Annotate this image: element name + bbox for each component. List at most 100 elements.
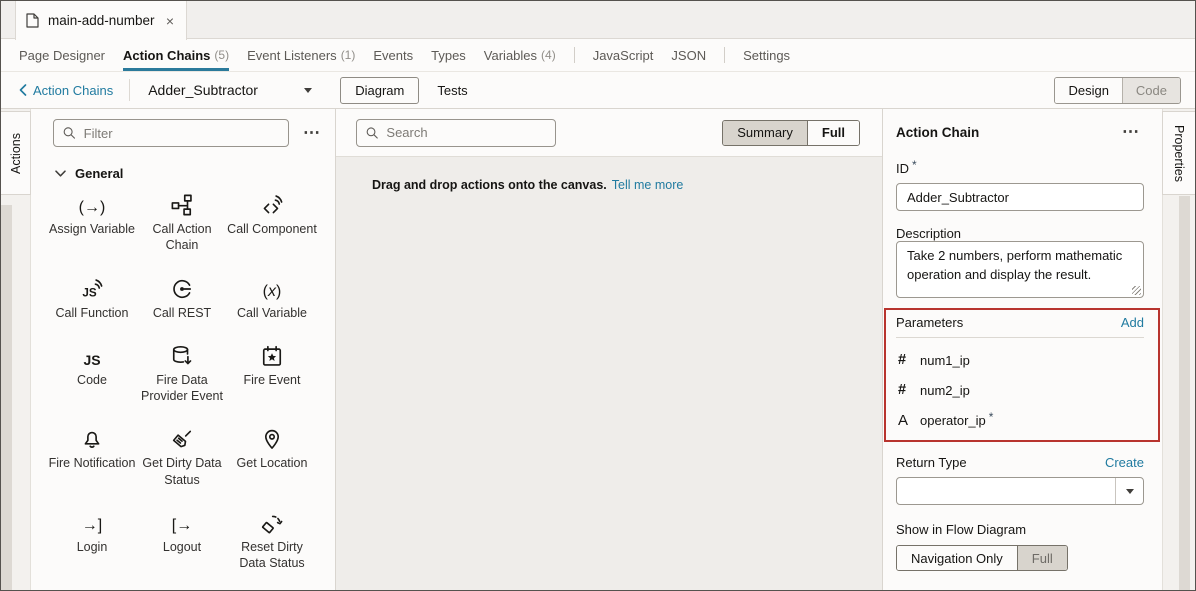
tab-event-listeners[interactable]: Event Listeners(1) [247, 39, 355, 71]
logout-icon: [→ [172, 509, 192, 534]
action-item-label: Call Action Chain [137, 221, 227, 254]
actions-grid: (→)Assign VariableCall Action ChainCall … [31, 191, 335, 571]
chevron-left-icon [19, 84, 27, 96]
action-item-fire-notification[interactable]: Fire Notification [47, 425, 137, 488]
action-item-call-component[interactable]: Call Component [227, 191, 317, 254]
action-item-logout[interactable]: [→ Logout [137, 509, 227, 572]
create-type-link[interactable]: Create [1105, 455, 1144, 470]
get-dirty-data-status-icon [171, 425, 193, 450]
return-type-combobox[interactable] [896, 477, 1144, 505]
actions-rail-tab[interactable]: Actions [1, 111, 31, 195]
add-parameter-link[interactable]: Add [1121, 315, 1144, 330]
number-type-icon: # [898, 382, 920, 398]
action-item-reset-dirty-data-status[interactable]: Reset Dirty Data Status [227, 509, 317, 572]
close-tab-icon[interactable]: × [164, 13, 176, 29]
canvas-search-input[interactable] [386, 125, 546, 140]
combobox-dropdown-button[interactable] [1115, 478, 1143, 504]
properties-overflow-menu-icon[interactable]: ⋯ [1118, 122, 1144, 142]
back-to-action-chains-link[interactable]: Action Chains [19, 83, 113, 98]
filter-box[interactable] [53, 119, 289, 147]
parameter-row-operator-ip[interactable]: Aoperator_ip* [896, 412, 1144, 429]
call-function-icon: JS [81, 275, 103, 300]
parameter-row-num2-ip[interactable]: #num2_ip [896, 382, 1144, 398]
diagram-canvas: Summary Full Drag and drop actions onto … [336, 109, 882, 590]
number-type-icon: # [898, 352, 920, 368]
action-item-call-variable[interactable]: (x)Call Variable [227, 275, 317, 321]
id-input[interactable] [896, 183, 1144, 211]
action-item-label: Assign Variable [49, 221, 135, 237]
navigation-only-button[interactable]: Navigation Only [897, 546, 1017, 570]
tests-view-button[interactable]: Tests [437, 83, 467, 98]
tab-page-designer[interactable]: Page Designer [19, 39, 105, 71]
tell-me-more-link[interactable]: Tell me more [612, 178, 684, 192]
properties-rail-tab[interactable]: Properties [1162, 111, 1195, 195]
required-marker: * [912, 158, 917, 172]
action-item-fire-event[interactable]: Fire Event [227, 342, 317, 405]
general-section-header[interactable]: General [31, 147, 335, 191]
flow-diagram-section: Show in Flow Diagram Navigation Only Ful… [896, 522, 1144, 571]
action-item-label: Call REST [153, 305, 211, 321]
tab-settings[interactable]: Settings [743, 39, 790, 71]
action-item-login[interactable]: →]Login [47, 509, 137, 572]
parameter-row-num1-ip[interactable]: #num1_ip [896, 352, 1144, 368]
action-item-call-function[interactable]: JS Call Function [47, 275, 137, 321]
tab-json[interactable]: JSON [671, 39, 706, 71]
search-icon [366, 126, 378, 140]
filter-input[interactable] [84, 126, 279, 141]
action-item-label: Call Component [227, 221, 317, 237]
right-rail-scrollbar[interactable] [1179, 196, 1190, 590]
code-mode-button[interactable]: Code [1122, 78, 1180, 103]
tab-action-chains[interactable]: Action Chains(5) [123, 39, 229, 71]
design-mode-button[interactable]: Design [1055, 78, 1121, 103]
flow-diagram-toggle: Navigation Only Full [896, 545, 1068, 571]
action-item-code[interactable]: JSCode [47, 342, 137, 405]
search-icon [63, 126, 76, 140]
full-flow-button[interactable]: Full [1017, 546, 1067, 570]
action-item-label: Fire Notification [49, 455, 136, 471]
code-icon: JS [83, 342, 100, 367]
action-item-call-action-chain[interactable]: Call Action Chain [137, 191, 227, 254]
chevron-down-icon [55, 170, 66, 177]
return-type-label: Return Type [896, 455, 967, 470]
action-item-get-dirty-data-status[interactable]: Get Dirty Data Status [137, 425, 227, 488]
action-item-label: Fire Event [244, 372, 301, 388]
canvas-search-box[interactable] [356, 119, 556, 147]
design-code-toggle: Design Code [1054, 77, 1181, 104]
action-item-label: Reset Dirty Data Status [227, 539, 317, 572]
canvas-body[interactable]: Drag and drop actions onto the canvas. Te… [336, 157, 882, 590]
chevron-down-icon [304, 88, 312, 93]
tab-types[interactable]: Types [431, 39, 466, 71]
palette-overflow-menu-icon[interactable]: ⋯ [299, 123, 325, 143]
action-item-label: Logout [163, 539, 201, 555]
fire-notification-icon [81, 425, 103, 450]
tab-divider [724, 47, 725, 63]
resize-grip-icon[interactable] [1132, 286, 1141, 295]
action-item-label: Call Function [56, 305, 129, 321]
document-tab[interactable]: main-add-numbers × [15, 1, 187, 40]
canvas-empty-message: Drag and drop actions onto the canvas. [372, 178, 607, 192]
actions-palette-panel: ⋯ General (→)Assign VariableCall Action … [31, 109, 336, 590]
tab-javascript[interactable]: JavaScript [593, 39, 654, 71]
summary-view-button[interactable]: Summary [723, 121, 807, 145]
action-item-assign-variable[interactable]: (→)Assign Variable [47, 191, 137, 254]
chain-toolbar: Action Chains Adder_Subtractor Diagram T… [1, 71, 1195, 109]
action-item-get-location[interactable]: Get Location [227, 425, 317, 488]
parameters-list: #num1_ip#num2_ipAoperator_ip* [896, 352, 1144, 429]
action-item-call-rest[interactable]: Call REST [137, 275, 227, 321]
tab-divider [574, 47, 575, 63]
call-component-icon [261, 191, 283, 216]
tab-variables[interactable]: Variables(4) [484, 39, 556, 71]
chain-selector-dropdown[interactable]: Adder_Subtractor [146, 78, 318, 102]
call-variable-icon: (x) [263, 275, 282, 300]
document-icon [26, 13, 39, 28]
full-view-button[interactable]: Full [807, 121, 859, 145]
parameter-name: num2_ip [920, 383, 970, 398]
action-item-label: Get Dirty Data Status [137, 455, 227, 488]
flow-diagram-label: Show in Flow Diagram [896, 522, 1026, 537]
diagram-view-button[interactable]: Diagram [340, 77, 419, 104]
description-textarea[interactable]: Take 2 numbers, perform mathematic opera… [896, 241, 1144, 298]
action-item-fire-data-provider-event[interactable]: Fire Data Provider Event [137, 342, 227, 405]
tab-events[interactable]: Events [373, 39, 413, 71]
visual-builder-window: main-add-numbers × Page DesignerAction C… [0, 0, 1196, 591]
left-rail-scrollbar[interactable] [1, 205, 12, 590]
